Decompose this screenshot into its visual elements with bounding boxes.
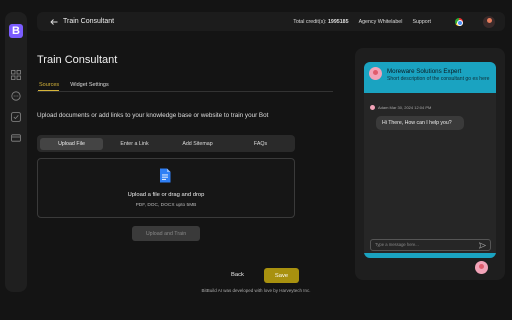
back-arrow-icon[interactable]	[50, 18, 58, 26]
consultant-name: Moreware Solutions Expert	[387, 68, 462, 75]
consultant-description: Short description of the consultant go e…	[387, 76, 490, 82]
message-avatar	[370, 105, 375, 110]
agency-link[interactable]: Agency Whitelabel	[359, 19, 403, 25]
credits-value: 1995185	[327, 18, 349, 25]
card-icon[interactable]	[11, 133, 21, 143]
chat-launcher-avatar[interactable]	[475, 261, 488, 274]
sidebar-rail: B	[5, 12, 27, 292]
tabs: Sources Widget Settings	[39, 82, 120, 88]
user-avatar[interactable]	[483, 15, 495, 28]
page-title: Train Consultant	[37, 54, 118, 66]
upload-and-train-button[interactable]: Upload and Train	[132, 226, 200, 241]
segment-enter-link[interactable]: Enter a Link	[103, 138, 166, 150]
segment-faqs[interactable]: FAQs	[229, 138, 292, 150]
chrome-icon[interactable]	[455, 17, 463, 26]
chat-widget: Moreware Solutions Expert Short descript…	[364, 62, 496, 258]
app-logo[interactable]: B	[9, 24, 23, 38]
save-button[interactable]: Save	[264, 268, 299, 283]
support-link[interactable]: Support	[412, 19, 431, 25]
footer-credit: BitBuild AI was developed with love by H…	[201, 288, 311, 293]
dropzone-subtitle: PDF, DOC, DOCX upto 5MB	[135, 203, 197, 208]
topbar-title: Train Consultant	[63, 18, 115, 25]
top-bar: Train Consultant Total credit(s): 199518…	[37, 12, 505, 31]
segment-add-sitemap[interactable]: Add Sitemap	[166, 138, 229, 150]
tab-widget-settings[interactable]: Widget Settings	[70, 82, 109, 88]
back-button[interactable]: Back	[231, 272, 244, 278]
chat-footer-strip	[364, 253, 496, 258]
instructions-text: Upload documents or add links to your kn…	[37, 112, 269, 119]
message-bubble: Hi There, How can I help you?	[376, 116, 464, 130]
grid-icon[interactable]	[11, 70, 21, 80]
message-text: Hi There, How can I help you?	[382, 120, 452, 126]
send-icon[interactable]	[479, 242, 486, 249]
tabs-divider	[37, 91, 333, 92]
file-dropzone[interactable]: Upload a file or drag and drop PDF, DOC,…	[37, 158, 295, 218]
credits-label: Total credit(s):	[293, 18, 327, 25]
dropzone-title: Upload a file or drag and drop	[127, 192, 205, 198]
check-square-icon[interactable]	[11, 112, 21, 122]
active-tab-indicator	[38, 90, 59, 92]
chat-icon[interactable]	[11, 91, 21, 101]
segment-upload-file[interactable]: Upload File	[40, 137, 103, 150]
chat-input-placeholder: Type a message here...	[375, 242, 419, 247]
topbar-right: Total credit(s): 1995185 Agency Whitelab…	[293, 12, 495, 31]
message-meta: Adam Mar 30, 2024 12:04 PM	[378, 105, 432, 110]
chat-input-box[interactable]: Type a message here...	[370, 239, 491, 251]
consultant-avatar	[369, 67, 382, 80]
chat-preview-panel: Moreware Solutions Expert Short descript…	[355, 48, 505, 280]
source-type-selector: Upload File Enter a Link Add Sitemap FAQ…	[37, 135, 295, 152]
credits-display: Total credit(s): 1995185	[293, 19, 348, 25]
tab-sources[interactable]: Sources	[39, 82, 59, 88]
document-icon	[160, 168, 171, 183]
chat-header: Moreware Solutions Expert Short descript…	[364, 62, 496, 93]
